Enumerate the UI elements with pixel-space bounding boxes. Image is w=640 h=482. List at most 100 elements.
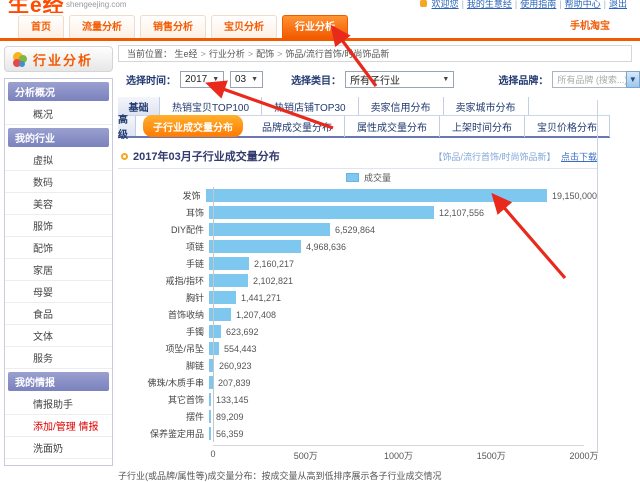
sidebar-section-header: 我的行业	[8, 128, 109, 147]
chart-row: 手链2,160,217	[118, 255, 597, 272]
topbar: 生e经 shengeejing.com 欢迎您|我的生意经|使用指南|帮助中心|…	[0, 0, 640, 13]
chart-row: 发饰19,150,000	[118, 187, 597, 204]
bar-category-label: 胸针	[118, 291, 209, 304]
download-link[interactable]: 点击下载	[561, 152, 597, 162]
category-filter-label: 选择类目：	[291, 72, 341, 87]
topbar-link[interactable]: 欢迎您	[432, 0, 459, 9]
x-tick-label: 1000万	[384, 449, 413, 462]
logo[interactable]: 生e经	[8, 0, 65, 13]
tab-属性成交量分布[interactable]: 属性成交量分布	[345, 115, 440, 137]
bar	[209, 393, 211, 406]
tab-品牌成交量分布[interactable]: 品牌成交量分布	[250, 115, 345, 137]
bar-category-label: 耳饰	[118, 206, 209, 219]
nav-underline	[0, 38, 640, 41]
tab-热销店铺TOP30[interactable]: 热销店铺TOP30	[262, 97, 359, 115]
bar-category-label: 戒指/指环	[118, 274, 209, 287]
tab-子行业成交量分布[interactable]: 子行业成交量分布	[143, 115, 243, 137]
sidebar-item[interactable]: 配饰	[5, 237, 112, 259]
chart-row: 保养鉴定用品56,359	[118, 425, 597, 442]
month-select[interactable]: 03▼	[230, 71, 263, 88]
bar	[209, 410, 211, 423]
sidebar-item[interactable]: 美容	[5, 193, 112, 215]
category-value: 所有子行业	[350, 72, 400, 87]
tab-热销宝贝TOP100[interactable]: 热销宝贝TOP100	[160, 97, 262, 115]
sidebar-item[interactable]: 数码	[5, 171, 112, 193]
bar-category-label: 手镯	[118, 325, 209, 338]
filter-bar: 选择时间： 2017▼ 03▼ 选择类目： 所有子行业▼ 选择品牌： 所有品牌 …	[118, 69, 640, 89]
year-select[interactable]: 2017▼	[180, 71, 224, 88]
tab-上架时间分布[interactable]: 上架时间分布	[440, 115, 525, 137]
sidebar-item[interactable]: 洗面奶	[5, 437, 112, 459]
sidebar-item[interactable]: 虚拟	[5, 149, 112, 171]
brand-search-input[interactable]: 所有品牌 (搜索...)	[552, 71, 625, 88]
sidebar-item[interactable]: 食品	[5, 303, 112, 325]
sidebar-item[interactable]: 服饰	[5, 215, 112, 237]
logo-domain: shengeejing.com	[66, 0, 126, 9]
bar-value-label: 554,443	[224, 344, 257, 354]
link-separator: |	[515, 0, 517, 9]
sidebar-section-header: 我的情报	[8, 372, 109, 391]
chevron-down-icon: ▼	[442, 76, 449, 83]
tab-group-label: 高级	[118, 116, 136, 136]
member-icon	[420, 0, 427, 7]
year-value: 2017	[185, 74, 207, 85]
bar-value-label: 133,145	[216, 395, 249, 405]
chevron-down-icon: ▼	[629, 75, 637, 84]
chevron-down-icon: ▼	[251, 76, 258, 83]
breadcrumb-part[interactable]: 生e经	[175, 49, 198, 59]
panel-border	[597, 100, 598, 452]
nav-tab-流量分析[interactable]: 流量分析	[69, 15, 135, 38]
breadcrumb-part[interactable]: 配饰	[256, 49, 274, 59]
nav-tab-行业分析[interactable]: 行业分析	[282, 15, 348, 38]
nav-tab-宝贝分析[interactable]: 宝贝分析	[211, 15, 277, 38]
breadcrumb-part[interactable]: 行业分析	[209, 49, 245, 59]
sidebar-item[interactable]: 家居	[5, 259, 112, 281]
breadcrumb-separator: >	[201, 49, 206, 59]
y-axis-line	[213, 187, 214, 442]
nav-tab-销售分析[interactable]: 销售分析	[140, 15, 206, 38]
nav-mobile-taobao[interactable]: 手机淘宝	[570, 15, 610, 38]
topbar-link[interactable]: 帮助中心	[565, 0, 601, 9]
topbar-link[interactable]: 我的生意经	[467, 0, 512, 9]
sidebar-item[interactable]: 概况	[5, 103, 112, 125]
main-nav: 首页流量分析销售分析宝贝分析行业分析 手机淘宝	[0, 13, 640, 41]
brand-dropdown-button[interactable]: ▼	[626, 71, 640, 88]
sidebar-item[interactable]: 服务	[5, 347, 112, 369]
breadcrumb-separator: >	[248, 49, 253, 59]
chart-row: 项坠/吊坠554,443	[118, 340, 597, 357]
sidebar-item[interactable]: 面霜	[5, 459, 112, 466]
sidebar-item[interactable]: 添加/管理 情报	[5, 415, 112, 437]
topbar-link[interactable]: 退出	[609, 0, 627, 9]
bar-value-label: 89,209	[216, 412, 244, 422]
time-filter-label: 选择时间：	[126, 72, 176, 87]
tab-卖家城市分布[interactable]: 卖家城市分布	[444, 97, 529, 115]
breadcrumb-separator: >	[277, 49, 282, 59]
chart-title: 2017年03月子行业成交量分布	[133, 148, 280, 164]
bar-category-label: DIY配件	[118, 223, 209, 236]
breadcrumb-part[interactable]: 饰品/流行首饰/时尚饰品新	[285, 49, 389, 59]
chart-row: 戒指/指环2,102,821	[118, 272, 597, 289]
bar-category-label: 佛珠/木质手串	[118, 376, 209, 389]
nav-tab-首页[interactable]: 首页	[18, 15, 64, 38]
sidebar-item[interactable]: 情报助手	[5, 393, 112, 415]
topbar-link[interactable]: 使用指南	[520, 0, 556, 9]
tab-卖家信用分布[interactable]: 卖家信用分布	[359, 97, 444, 115]
sidebar-item[interactable]: 母婴	[5, 281, 112, 303]
category-select[interactable]: 所有子行业 ▼	[345, 71, 454, 88]
x-axis-line	[213, 445, 584, 446]
bar	[209, 427, 211, 440]
sidebar-item[interactable]: 文体	[5, 325, 112, 347]
x-tick-label: 2000万	[569, 449, 598, 462]
bar-value-label: 6,529,864	[335, 225, 375, 235]
breadcrumb-prefix: 当前位置：	[127, 49, 172, 59]
bar	[209, 223, 330, 236]
footnote: 子行业(或品牌/属性等)成交量分布：按成交量从高到低排序展示各子行业成交情况	[118, 469, 588, 482]
sidebar: 行业分析 分析概况概况我的行业虚拟数码美容服饰配饰家居母婴食品文体服务我的情报情…	[4, 46, 113, 462]
brand-filter-label: 选择品牌：	[498, 72, 548, 87]
chart-header-right: 【饰品/流行首饰/时尚饰品新】 点击下载	[433, 150, 597, 163]
bar-chart: 发饰19,150,000耳饰12,107,556DIY配件6,529,864项链…	[118, 187, 597, 442]
bar-category-label: 保养鉴定用品	[118, 427, 209, 440]
bar-category-label: 手链	[118, 257, 209, 270]
legend-swatch	[346, 173, 359, 182]
tab-row: 高级子行业成交量分布品牌成交量分布属性成交量分布上架时间分布宝贝价格分布	[118, 116, 610, 138]
